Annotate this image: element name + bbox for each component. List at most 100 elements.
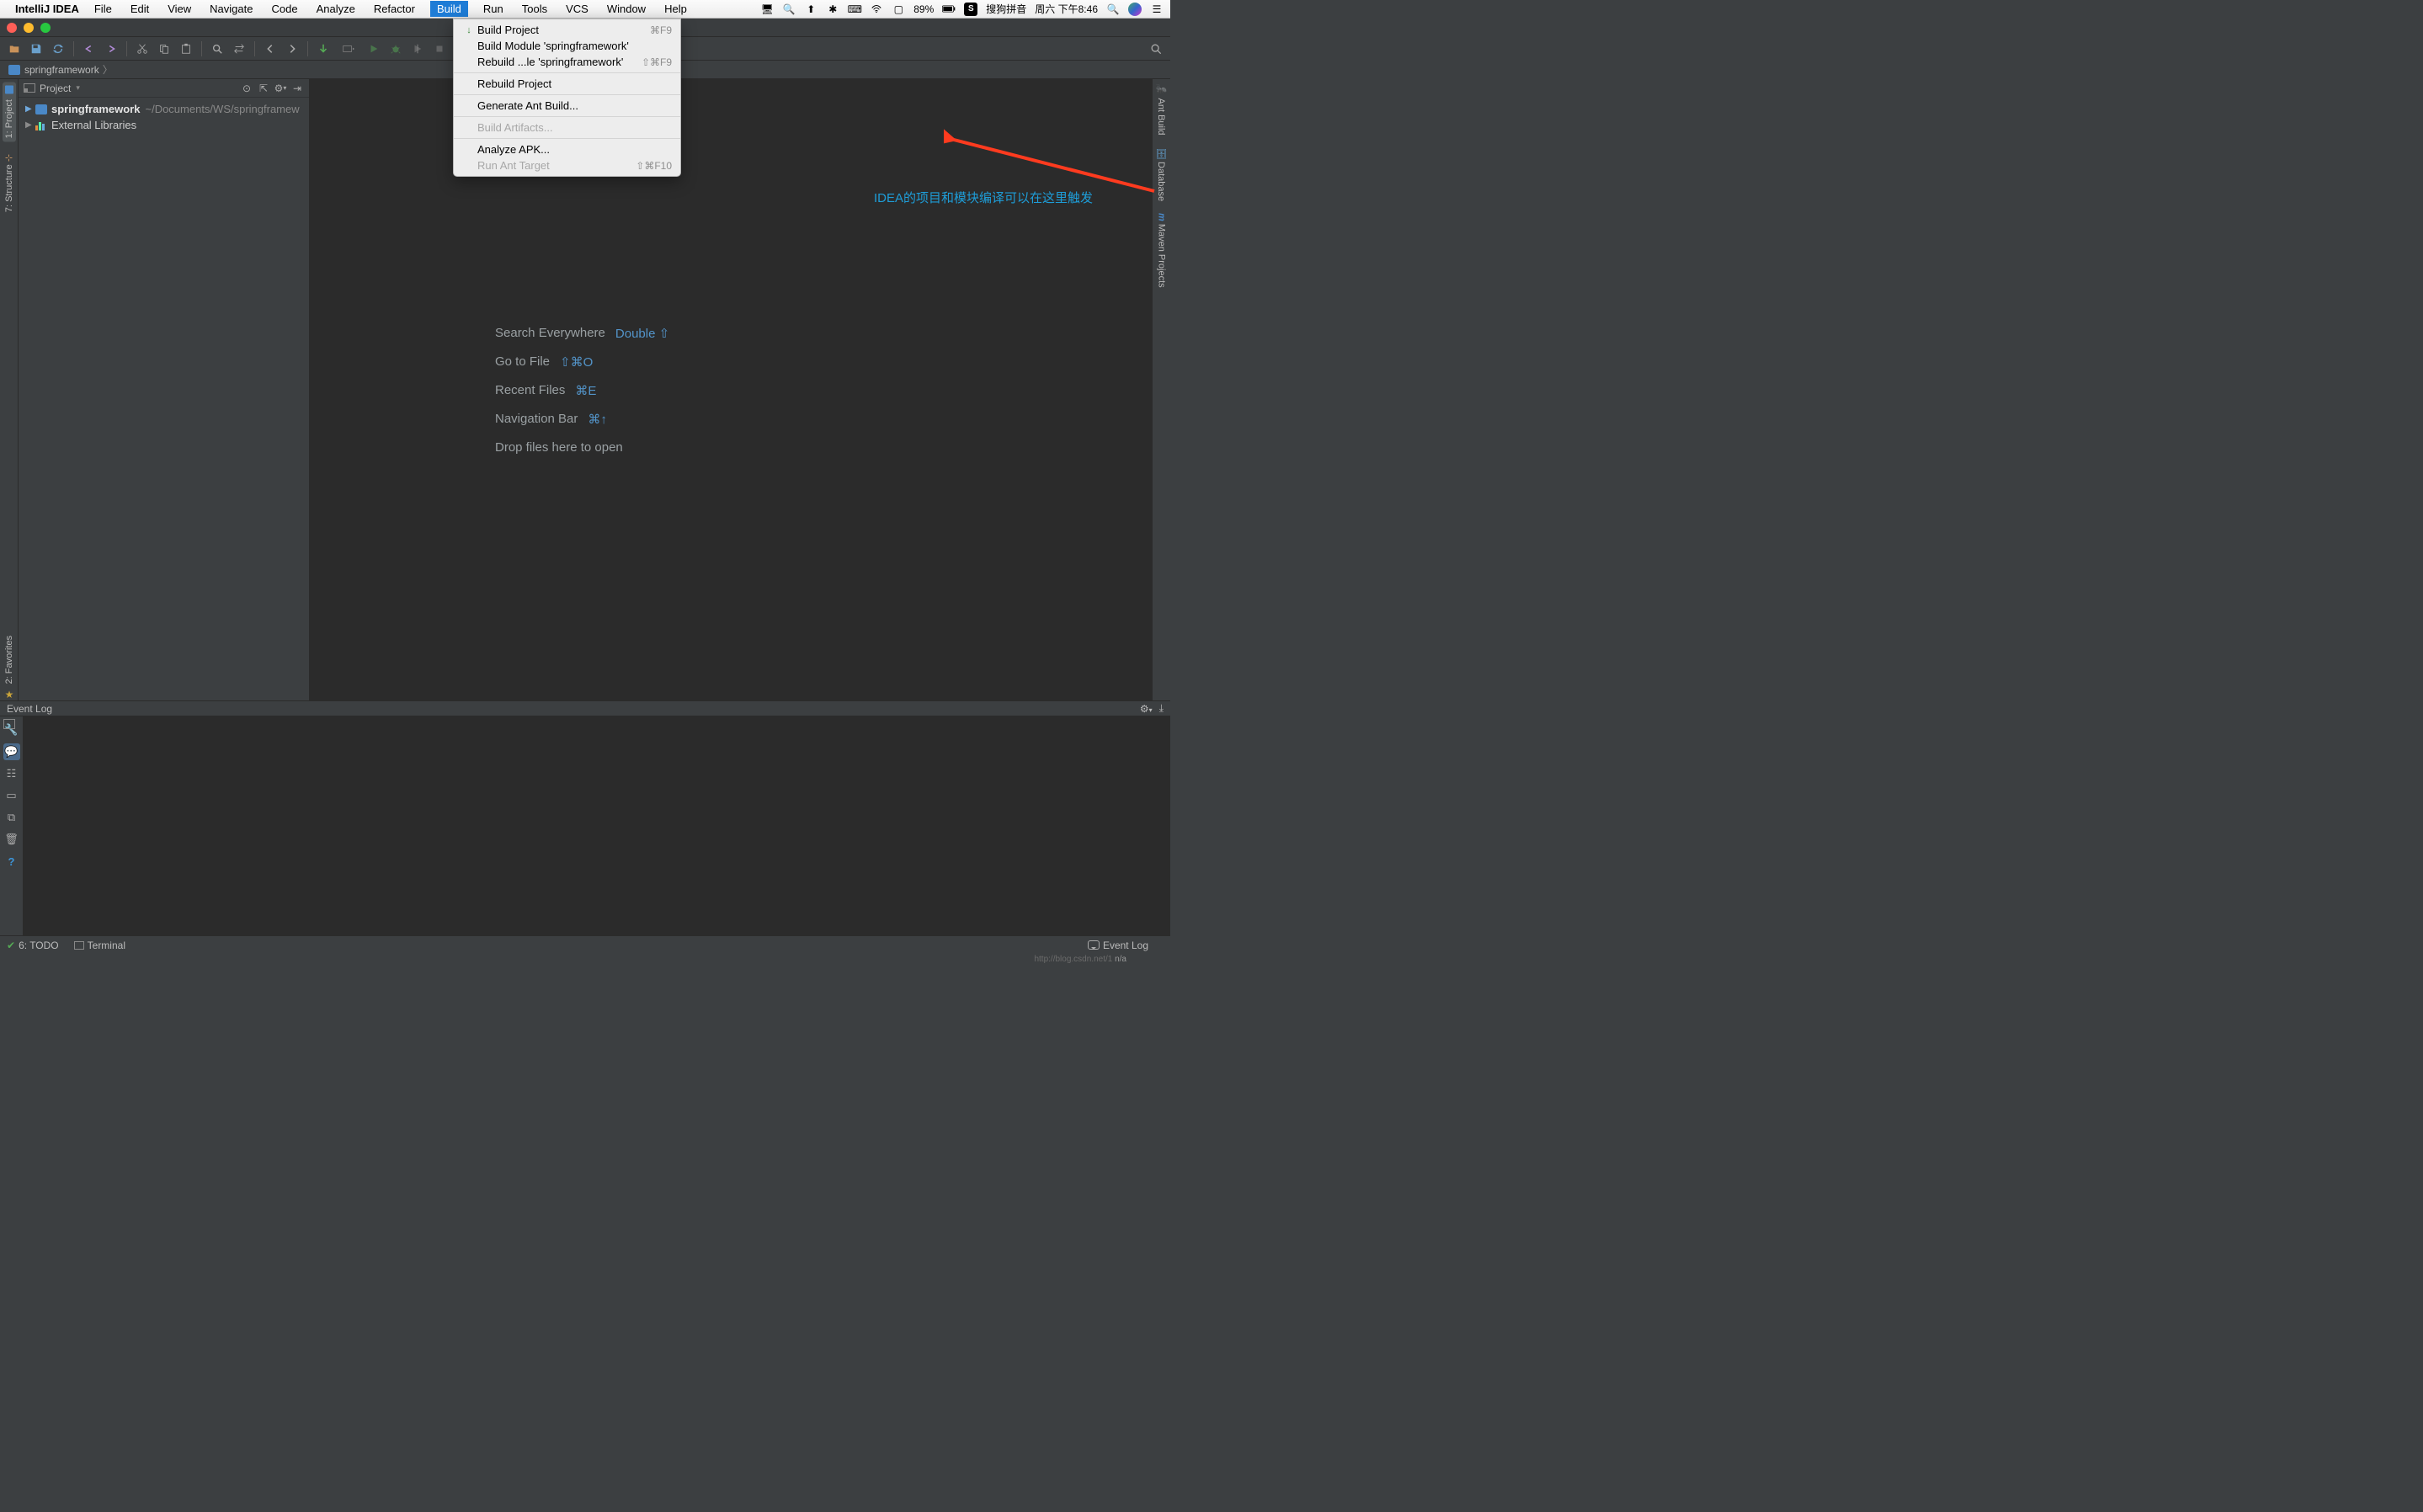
menu-build[interactable]: Build — [430, 1, 468, 17]
bluetooth-icon[interactable]: ✱ — [826, 3, 839, 16]
save-button[interactable] — [27, 40, 45, 58]
menu-view[interactable]: View — [164, 1, 194, 17]
menu-item[interactable]: Build Module 'springframework' — [454, 38, 680, 54]
spotlight-icon[interactable]: 🔍 — [1106, 3, 1120, 16]
minimize-window-button[interactable] — [24, 23, 34, 33]
menu-navigate[interactable]: Navigate — [206, 1, 256, 17]
menu-tools[interactable]: Tools — [519, 1, 551, 17]
copy-icon[interactable]: ⧉ — [3, 809, 20, 826]
hint-label: Navigation Bar — [495, 412, 578, 427]
hint-shortcut: ⌘E — [575, 383, 596, 398]
menu-item[interactable]: Generate Ant Build... — [454, 98, 680, 114]
build-menu-dropdown: ↓Build Project⌘F9Build Module 'springfra… — [453, 19, 681, 177]
battery-percent: 89% — [913, 3, 934, 15]
menu-item: Build Artifacts... — [454, 120, 680, 136]
tab-database[interactable]: 🗄 Database — [1156, 147, 1167, 201]
battery-icon[interactable] — [942, 3, 956, 16]
hint-label: Search Everywhere — [495, 326, 605, 341]
star-icon: ★ — [5, 689, 14, 700]
display-icon[interactable]: 🖥 — [760, 3, 774, 16]
status-todo[interactable]: ✔6: TODO — [7, 940, 59, 951]
menu-code[interactable]: Code — [268, 1, 301, 17]
mark-icon[interactable]: ▭ — [3, 787, 20, 804]
menu-file[interactable]: File — [91, 1, 115, 17]
debug-button[interactable] — [386, 40, 405, 58]
tree-external-libs[interactable]: ▶ External Libraries — [19, 117, 309, 133]
menu-analyze[interactable]: Analyze — [313, 1, 359, 17]
sogou-icon[interactable]: S — [964, 3, 977, 16]
gear-icon[interactable]: ⚙▾ — [1140, 703, 1153, 715]
stop-button[interactable] — [430, 40, 449, 58]
menu-vcs[interactable]: VCS — [562, 1, 592, 17]
hide-icon[interactable]: ⇥ — [290, 82, 304, 95]
hint-label: Go to File — [495, 354, 550, 370]
editor-area: Search EverywhereDouble ⇧ Go to File⇧⌘O … — [310, 79, 1152, 700]
trash-icon[interactable]: 🗑 — [3, 831, 20, 848]
redo-button[interactable] — [102, 40, 120, 58]
eventlog-title: Event Log — [7, 703, 52, 715]
cut-button[interactable] — [133, 40, 152, 58]
folder-icon — [8, 65, 20, 75]
gear-icon[interactable]: ⚙▾ — [274, 82, 287, 95]
forward-button[interactable] — [283, 40, 301, 58]
menu-window[interactable]: Window — [604, 1, 649, 17]
annotation-text: IDEA的项目和模块编译可以在这里触发 — [874, 189, 1093, 206]
back-button[interactable] — [261, 40, 280, 58]
undo-button[interactable] — [80, 40, 99, 58]
project-tree[interactable]: ▶ springframework ~/Documents/WS/springf… — [19, 98, 309, 136]
collapse-all-icon[interactable]: ⇱ — [257, 82, 270, 95]
menu-help[interactable]: Help — [661, 1, 690, 17]
build-button[interactable] — [314, 40, 333, 58]
replace-button[interactable] — [230, 40, 248, 58]
up-arrow-icon[interactable]: ⬆ — [804, 3, 817, 16]
coverage-button[interactable] — [408, 40, 427, 58]
open-button[interactable] — [5, 40, 24, 58]
status-terminal[interactable]: Terminal — [74, 940, 125, 951]
chevron-right-icon: 〉 — [103, 62, 113, 77]
menu-item[interactable]: Rebuild Project — [454, 76, 680, 92]
ime-label[interactable]: 搜狗拼音 — [986, 2, 1026, 16]
keyboard-icon[interactable]: ⌨ — [848, 3, 861, 16]
menu-edit[interactable]: Edit — [127, 1, 152, 17]
menu-item[interactable]: Rebuild ...le 'springframework'⇧⌘F9 — [454, 54, 680, 70]
siri-icon[interactable] — [1128, 3, 1142, 16]
wifi-icon[interactable] — [870, 3, 883, 16]
filter-icon[interactable]: ☷ — [3, 765, 20, 782]
footer-url: http://blog.csdn.net/1 — [1034, 955, 1112, 964]
tree-root[interactable]: ▶ springframework ~/Documents/WS/springf… — [19, 101, 309, 117]
hint-label: Recent Files — [495, 383, 565, 398]
tab-ant[interactable]: 🐜 Ant Build — [1156, 84, 1167, 136]
menu-run[interactable]: Run — [480, 1, 507, 17]
clock[interactable]: 周六 下午8:46 — [1035, 2, 1098, 16]
eventlog-header[interactable]: Event Log ⚙▾ ⤓ — [0, 700, 1170, 716]
tab-structure[interactable]: 7: Structure ⊹ — [2, 151, 16, 216]
notification-icon[interactable]: ☰ — [1150, 3, 1164, 16]
menu-refactor[interactable]: Refactor — [370, 1, 418, 17]
airplay-icon[interactable]: ▢ — [892, 3, 905, 16]
search-everywhere-button[interactable] — [1147, 40, 1165, 58]
menu-item[interactable]: ↓Build Project⌘F9 — [454, 22, 680, 38]
tab-favorites[interactable]: 2: Favorites — [4, 636, 14, 684]
close-window-button[interactable] — [7, 23, 17, 33]
search-icon[interactable]: 🔍 — [782, 3, 796, 16]
chevron-down-icon[interactable]: ▾ — [76, 83, 80, 93]
help-icon[interactable]: ? — [3, 853, 20, 870]
run-button[interactable] — [365, 40, 383, 58]
find-button[interactable] — [208, 40, 226, 58]
copy-button[interactable] — [155, 40, 173, 58]
paste-button[interactable] — [177, 40, 195, 58]
status-eventlog[interactable]: Event Log — [1088, 940, 1148, 951]
expand-arrow-icon[interactable]: ▶ — [25, 104, 32, 114]
tab-maven[interactable]: m Maven Projects — [1157, 213, 1167, 288]
run-config-button[interactable] — [336, 40, 361, 58]
menu-item[interactable]: Analyze APK... — [454, 141, 680, 157]
expand-arrow-icon[interactable]: ▶ — [25, 120, 32, 130]
zoom-window-button[interactable] — [40, 23, 51, 33]
balloon-icon[interactable]: 💬 — [3, 743, 20, 760]
hide-icon[interactable]: ⤓ — [1159, 702, 1164, 715]
sync-button[interactable] — [49, 40, 67, 58]
scroll-to-icon[interactable]: ⊙ — [240, 82, 253, 95]
right-tool-gutter: 🐜 Ant Build 🗄 Database m Maven Projects — [1152, 79, 1170, 700]
tool-windows-button[interactable] — [3, 719, 15, 729]
tab-project[interactable]: 1: Project — [3, 83, 16, 142]
